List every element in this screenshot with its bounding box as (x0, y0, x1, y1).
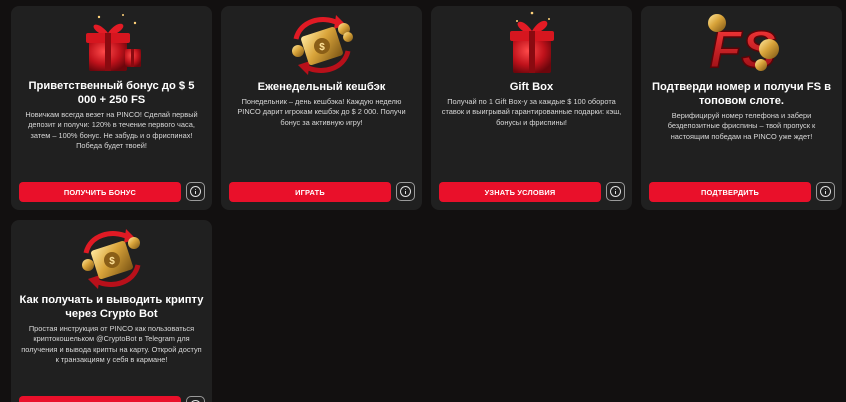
play-button[interactable]: ИГРАТЬ (229, 182, 391, 202)
card-description: Получай по 1 Gift Box-у за каждые $ 100 … (441, 97, 622, 127)
info-button[interactable] (396, 182, 415, 201)
promo-card-welcome-bonus: Приветственный бонус до $ 5 000 + 250 FS… (11, 6, 212, 210)
promo-card-crypto-bot: $ Как получать и выводить крипту через C… (11, 220, 212, 402)
card-description: Верифицируй номер телефона и забери безд… (667, 111, 816, 141)
card-title: Как получать и выводить крипту через Cry… (19, 294, 204, 320)
card-title: Gift Box (509, 81, 554, 93)
info-icon (190, 186, 201, 197)
promo-card-verify-phone: FS Подтверди номер и получи FS в топовом… (641, 6, 842, 210)
promo-card-gift-box: Gift Box Получай по 1 Gift Box-у за кажд… (431, 6, 632, 210)
svg-text:$: $ (109, 256, 115, 267)
info-button[interactable] (606, 182, 625, 201)
card-title: Подтверди номер и получи FS в топовом сл… (651, 81, 832, 107)
svg-text:$: $ (319, 42, 325, 53)
gift-icon (11, 6, 212, 82)
promo-card-weekly-cashback: $ Еженедельный кешбэк Понедельник – день… (221, 6, 422, 210)
crypto-wallet-icon: $ (11, 220, 212, 296)
confirm-button[interactable]: ПОДТВЕРДИТЬ (649, 182, 811, 202)
view-terms-button[interactable]: УЗНАТЬ УСЛОВИЯ (439, 182, 601, 202)
gift-box-icon (431, 6, 632, 82)
info-icon (610, 186, 621, 197)
card-title: Еженедельный кешбэк (257, 81, 386, 93)
card-description: Новичкам всегда везет на PINCO! Сделай п… (25, 110, 198, 150)
card-action-button[interactable] (19, 396, 181, 402)
info-button[interactable] (186, 182, 205, 201)
get-bonus-button[interactable]: ПОЛУЧИТЬ БОНУС (19, 182, 181, 202)
card-title: Приветственный бонус до $ 5 000 + 250 FS (28, 80, 195, 106)
info-icon (820, 186, 831, 197)
info-button[interactable] (816, 182, 835, 201)
cashback-icon: $ (221, 6, 422, 82)
card-description: Понедельник – день кешбэка! Каждую недел… (237, 97, 406, 127)
free-spins-icon: FS (641, 6, 842, 82)
card-description: Простая инструкция от PINCO как пользова… (21, 324, 202, 364)
info-button[interactable] (186, 396, 205, 402)
info-icon (400, 186, 411, 197)
